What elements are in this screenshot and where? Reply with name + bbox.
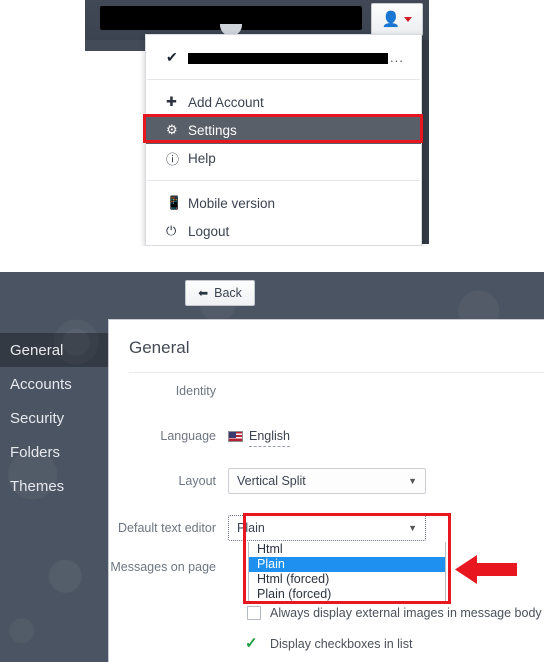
menu-item-help[interactable]: ⓘ Help: [146, 144, 421, 172]
sidebar-item-folders[interactable]: Folders: [0, 435, 108, 469]
annotation-red-arrow-icon: [455, 555, 517, 584]
sidebar-item-label: Folders: [10, 443, 61, 461]
field-row-messages-on-page: Messages on page: [108, 560, 228, 574]
field-row-language: Language English: [108, 427, 290, 447]
language-value[interactable]: English: [228, 427, 290, 447]
sidebar-item-general[interactable]: General: [0, 333, 108, 367]
account-menu-screenshot: 👤 ✔ ... ✚ Add Account ⚙ Settings ⓘ Help: [0, 0, 544, 246]
checkbox-unchecked-icon[interactable]: [247, 606, 261, 620]
header-left-strip: [85, 40, 145, 51]
checkbox-row-external-images[interactable]: Always display external images in messag…: [247, 606, 542, 620]
plus-icon: ✚: [166, 94, 177, 109]
menu-item-logout[interactable]: ⏻ Logout: [146, 217, 421, 245]
sidebar-item-label: Themes: [10, 477, 65, 495]
settings-sidebar: General Accounts Security Folders Themes: [0, 319, 108, 662]
field-label-default-text-editor: Default text editor: [118, 521, 216, 535]
menu-spacer: [146, 172, 421, 180]
menu-item-settings[interactable]: ⚙ Settings: [146, 116, 421, 144]
field-label-language: Language: [160, 429, 216, 443]
option-plain-forced[interactable]: Plain (forced): [249, 587, 445, 602]
field-label-identity: Identity: [175, 384, 216, 398]
power-icon: ⏻: [166, 223, 177, 238]
arrow-left-icon: ⬅: [198, 286, 209, 300]
mobile-icon: 📱: [166, 195, 183, 210]
chevron-down-icon: [404, 17, 413, 22]
title-divider: [129, 372, 544, 373]
back-button[interactable]: ⬅ Back: [185, 280, 255, 306]
header-right-strip: [421, 40, 429, 244]
field-row-identity: Identity: [108, 384, 228, 398]
field-row-layout: Layout Vertical Split ▼: [108, 468, 426, 494]
screenshot-separator: [0, 246, 544, 272]
layout-select[interactable]: Vertical Split ▼: [228, 468, 426, 494]
page-title: General: [129, 338, 190, 357]
menu-item-mobile-version[interactable]: 📱 Mobile version: [146, 189, 421, 217]
account-dropdown-menu: ✔ ... ✚ Add Account ⚙ Settings ⓘ Help 📱 …: [145, 34, 422, 246]
menu-item-label: Settings: [188, 122, 237, 138]
chevron-down-icon: ▼: [408, 523, 417, 533]
menu-spacer: [146, 80, 421, 88]
us-flag-icon: [228, 431, 243, 442]
option-html[interactable]: Html: [249, 542, 445, 557]
option-plain[interactable]: Plain: [249, 557, 445, 572]
screenshot-root: 👤 ✔ ... ✚ Add Account ⚙ Settings ⓘ Help: [0, 0, 544, 662]
settings-page-screenshot: ⬅ Back General Accounts Security Folders…: [0, 272, 544, 662]
account-ellipsis: ...: [390, 49, 404, 65]
check-green-icon[interactable]: ✓: [245, 636, 261, 651]
menu-item-label: Logout: [188, 223, 230, 239]
default-text-editor-value: Plain: [237, 521, 265, 535]
default-text-editor-option-list[interactable]: Html Plain Html (forced) Plain (forced): [248, 542, 446, 603]
sidebar-item-label: General: [10, 341, 64, 359]
question-circle-icon: ⓘ: [166, 151, 180, 167]
option-html-forced[interactable]: Html (forced): [249, 572, 445, 587]
back-button-label: Back: [214, 286, 242, 300]
language-text: English: [249, 429, 290, 447]
check-icon: ✔: [166, 48, 178, 65]
current-account-email: [188, 52, 388, 64]
layout-select-value: Vertical Split: [237, 474, 306, 488]
menu-item-current-account[interactable]: ✔ ...: [146, 35, 421, 79]
sidebar-item-label: Accounts: [10, 375, 72, 393]
sidebar-item-label: Security: [10, 409, 65, 427]
chevron-down-icon: ▼: [408, 476, 417, 486]
default-text-editor-select[interactable]: Plain ▼: [228, 515, 426, 541]
menu-spacer: [146, 181, 421, 189]
checkbox-label: Always display external images in messag…: [270, 606, 542, 620]
user-icon: 👤: [381, 11, 401, 28]
checkbox-label: Display checkboxes in list: [270, 636, 413, 651]
user-menu-button[interactable]: 👤: [371, 3, 423, 36]
sidebar-item-themes[interactable]: Themes: [0, 469, 108, 503]
menu-item-label: Add Account: [188, 94, 264, 110]
sidebar-item-accounts[interactable]: Accounts: [0, 367, 108, 401]
menu-item-label: Help: [188, 150, 216, 166]
checkbox-row-display-checkboxes[interactable]: ✓ Display checkboxes in list: [245, 636, 412, 651]
menu-item-add-account[interactable]: ✚ Add Account: [146, 88, 421, 116]
menu-item-label: Mobile version: [188, 195, 276, 211]
sidebar-item-security[interactable]: Security: [0, 401, 108, 435]
field-label-layout: Layout: [178, 474, 216, 488]
gear-icon: ⚙: [166, 122, 178, 137]
field-label-messages-on-page: Messages on page: [110, 560, 216, 574]
field-row-default-text-editor: Default text editor Plain ▼: [108, 515, 426, 541]
